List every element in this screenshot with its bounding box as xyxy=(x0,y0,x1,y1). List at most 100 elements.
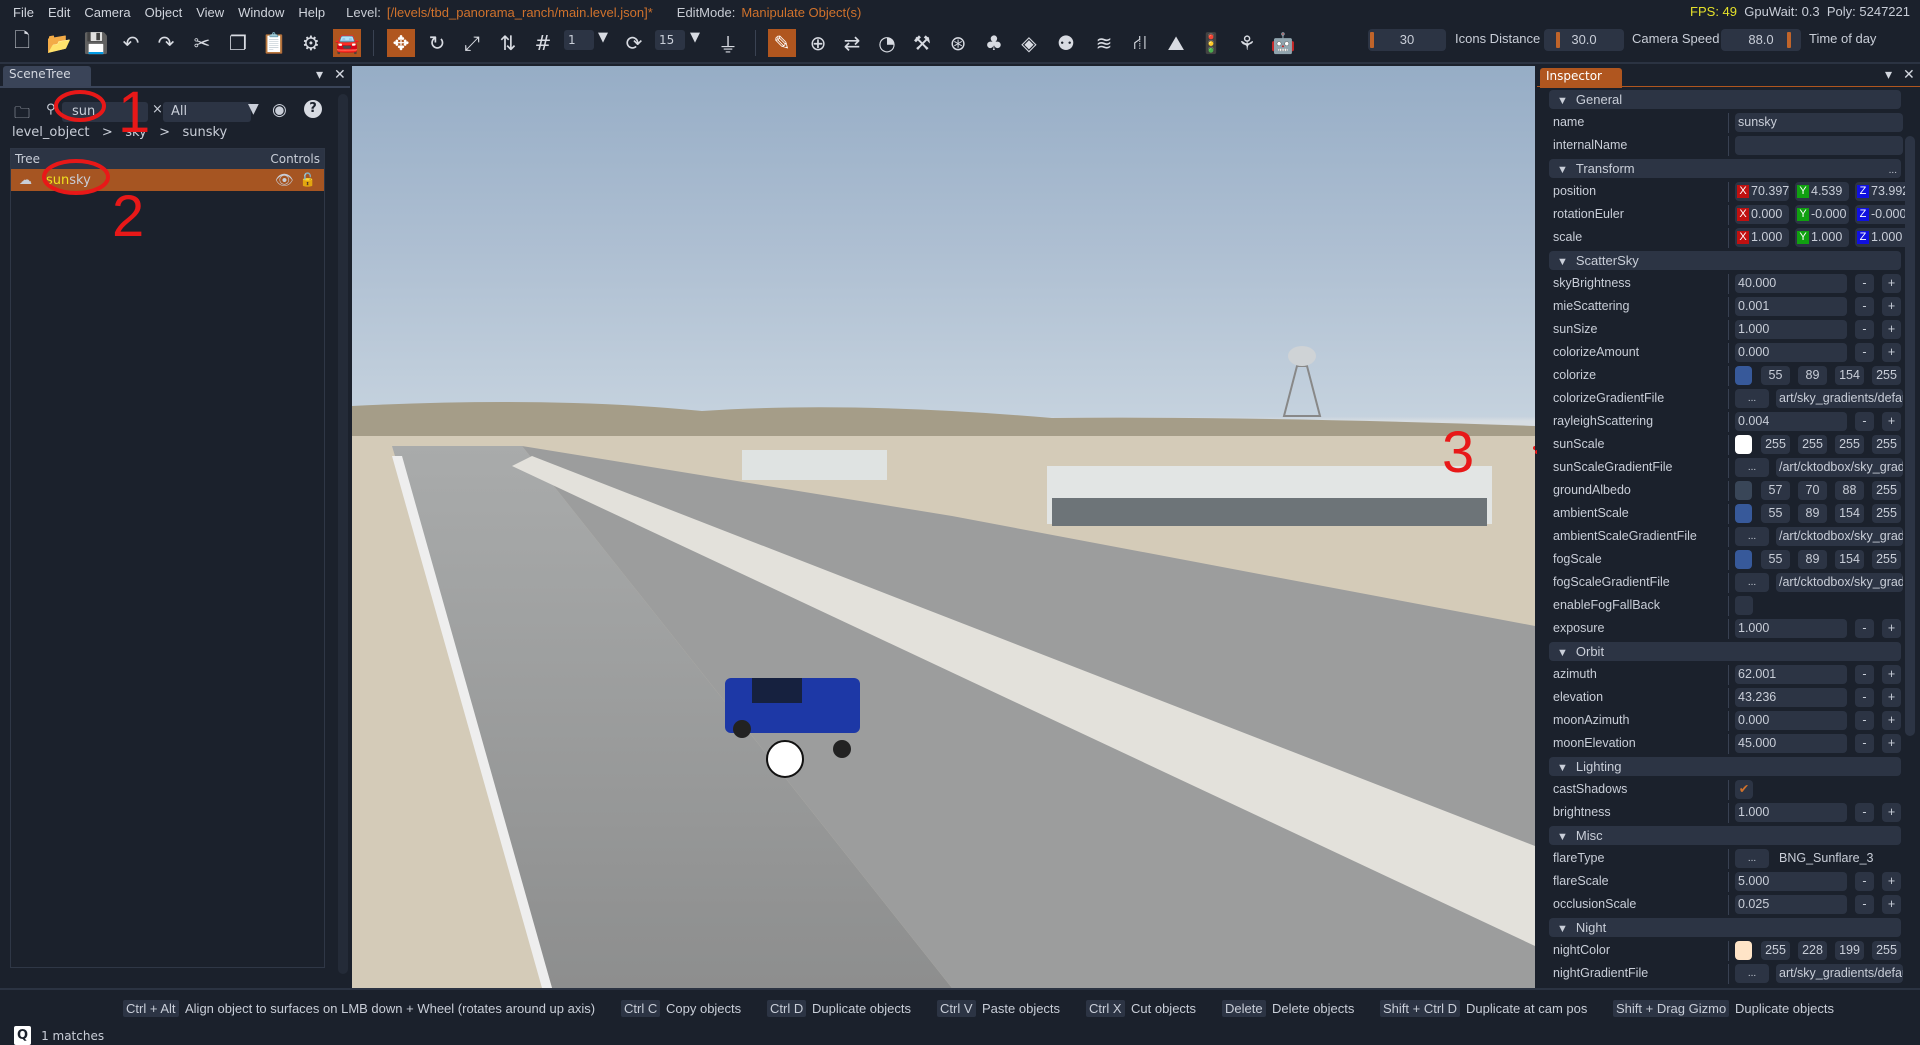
file-path[interactable]: /art/cktodbox/sky_gradients xyxy=(1776,458,1903,477)
copy-icon[interactable]: ❐ xyxy=(224,29,252,57)
browse-button[interactable]: ... xyxy=(1735,458,1769,477)
browse-button[interactable]: ... xyxy=(1735,527,1769,546)
color-a-input[interactable]: 255 xyxy=(1872,504,1901,523)
tab-scenetree[interactable]: SceneTree xyxy=(3,66,91,86)
filter-select[interactable]: All xyxy=(163,102,251,122)
redo-icon[interactable]: ↷ xyxy=(152,29,180,57)
number-input[interactable]: 40.000 xyxy=(1735,274,1847,293)
pencil-icon[interactable]: ✎ xyxy=(768,29,796,57)
color-r-input[interactable]: 57 xyxy=(1761,481,1790,500)
color-g-input[interactable]: 255 xyxy=(1798,435,1827,454)
number-input[interactable]: 1.000 xyxy=(1735,803,1847,822)
decrement-button[interactable]: - xyxy=(1855,872,1874,891)
close-icon[interactable]: ✕ xyxy=(334,67,346,83)
x-input[interactable]: X 1.000 xyxy=(1735,228,1789,247)
color-a-input[interactable]: 255 xyxy=(1872,550,1901,569)
decrement-button[interactable]: - xyxy=(1855,665,1874,684)
color-b-input[interactable]: 88 xyxy=(1835,481,1864,500)
decrement-button[interactable]: - xyxy=(1855,320,1874,339)
mesh-icon[interactable]: ◈ xyxy=(1015,29,1043,57)
increment-button[interactable]: + xyxy=(1882,412,1901,431)
scrollbar[interactable] xyxy=(338,94,348,974)
color-a-input[interactable]: 255 xyxy=(1872,941,1901,960)
terrain-snap-icon[interactable]: ⏚ xyxy=(714,29,742,57)
object-place-icon[interactable]: ⚉ xyxy=(1052,29,1080,57)
x-input[interactable]: X 0.000 xyxy=(1735,205,1789,224)
undo-icon[interactable]: ↶ xyxy=(117,29,145,57)
increment-button[interactable]: + xyxy=(1882,872,1901,891)
text-input[interactable]: sunsky xyxy=(1735,113,1903,132)
menu-file[interactable]: File xyxy=(6,5,41,20)
color-b-input[interactable]: 255 xyxy=(1835,435,1864,454)
paint-roller-icon[interactable]: ⚒ xyxy=(908,29,936,57)
browse-button[interactable]: ... xyxy=(1735,964,1769,983)
decrement-button[interactable]: - xyxy=(1855,895,1874,914)
menu-object[interactable]: Object xyxy=(138,5,190,20)
increment-button[interactable]: + xyxy=(1882,803,1901,822)
color-a-input[interactable]: 255 xyxy=(1872,366,1901,385)
cut-icon[interactable]: ✂ xyxy=(188,29,216,57)
color-b-input[interactable]: 199 xyxy=(1835,941,1864,960)
color-swatch[interactable] xyxy=(1735,435,1752,454)
z-input[interactable]: Z 73.992 xyxy=(1855,182,1909,201)
menu-help[interactable]: Help xyxy=(291,5,332,20)
increment-button[interactable]: + xyxy=(1882,895,1901,914)
number-input[interactable]: 62.001 xyxy=(1735,665,1847,684)
number-input[interactable]: 0.025 xyxy=(1735,895,1847,914)
z-input[interactable]: Z -0.000 xyxy=(1855,205,1909,224)
more-options-button[interactable]: ... xyxy=(1889,161,1897,180)
camera-speed-slider[interactable]: 30.0 xyxy=(1544,29,1624,51)
number-input[interactable]: 45.000 xyxy=(1735,734,1847,753)
browse-button[interactable]: ... xyxy=(1735,389,1769,408)
breadcrumb-item[interactable]: sunsky xyxy=(182,125,227,140)
search-input[interactable]: sun xyxy=(62,102,148,122)
decrement-button[interactable]: - xyxy=(1855,343,1874,362)
section-night[interactable]: ▼ Night xyxy=(1549,918,1901,937)
color-swatch[interactable] xyxy=(1735,550,1752,569)
panel-menu-icon[interactable]: ▾ xyxy=(316,67,323,83)
file-path[interactable]: art/sky_gradients/default xyxy=(1776,389,1903,408)
color-r-input[interactable]: 255 xyxy=(1761,435,1790,454)
increment-button[interactable]: + xyxy=(1882,274,1901,293)
color-r-input[interactable]: 55 xyxy=(1761,550,1790,569)
increment-button[interactable]: + xyxy=(1882,665,1901,684)
color-swatch[interactable] xyxy=(1735,366,1752,385)
color-a-input[interactable]: 255 xyxy=(1872,481,1901,500)
world-local-icon[interactable]: ⇅ xyxy=(494,29,522,57)
breadcrumb-item[interactable]: level_object xyxy=(12,125,89,140)
file-path[interactable]: /art/cktodbox/sky_gradients xyxy=(1776,573,1903,592)
new-file-icon[interactable]: 🗋 xyxy=(8,28,36,57)
y-input[interactable]: Y 1.000 xyxy=(1795,228,1849,247)
number-input[interactable]: 5.000 xyxy=(1735,872,1847,891)
robot-icon[interactable]: 🤖 xyxy=(1269,29,1297,57)
color-a-input[interactable]: 255 xyxy=(1872,435,1901,454)
rotation-snap-input[interactable]: 15 xyxy=(655,30,685,50)
chevron-down-icon[interactable]: ▼ xyxy=(248,101,259,117)
scale-gizmo-icon[interactable]: ⤢ xyxy=(458,29,486,57)
number-input[interactable]: 0.001 xyxy=(1735,297,1847,316)
decrement-button[interactable]: - xyxy=(1855,803,1874,822)
icons-distance-slider[interactable]: 30 xyxy=(1368,29,1446,51)
traffic-light-icon[interactable]: 🚦 xyxy=(1197,29,1225,57)
color-r-input[interactable]: 255 xyxy=(1761,941,1790,960)
section-orbit[interactable]: ▼ Orbit xyxy=(1549,642,1901,661)
3d-viewport[interactable] xyxy=(352,66,1535,988)
increment-button[interactable]: + xyxy=(1882,619,1901,638)
navgraph-icon[interactable]: ⚘ xyxy=(1233,29,1261,57)
z-input[interactable]: Z 1.000 xyxy=(1855,228,1909,247)
checkbox[interactable]: ✔ xyxy=(1735,780,1753,799)
chevron-down-icon[interactable]: ▼ xyxy=(690,30,700,45)
menu-view[interactable]: View xyxy=(189,5,231,20)
number-input[interactable]: 0.000 xyxy=(1735,343,1847,362)
road-icon[interactable]: ⛙ xyxy=(1126,29,1154,57)
number-input[interactable]: 0.004 xyxy=(1735,412,1847,431)
decrement-button[interactable]: - xyxy=(1855,274,1874,293)
decrement-button[interactable]: - xyxy=(1855,297,1874,316)
y-input[interactable]: Y 4.539 xyxy=(1795,182,1849,201)
paste-icon[interactable]: 📋 xyxy=(260,29,288,57)
tree-item-sunsky[interactable]: ☁ sun sky 👁 🔓 xyxy=(11,169,324,191)
close-icon[interactable]: ✕ xyxy=(1903,67,1915,83)
browse-button[interactable]: ... xyxy=(1735,849,1769,868)
scrollbar[interactable] xyxy=(1905,136,1915,736)
y-input[interactable]: Y -0.000 xyxy=(1795,205,1849,224)
